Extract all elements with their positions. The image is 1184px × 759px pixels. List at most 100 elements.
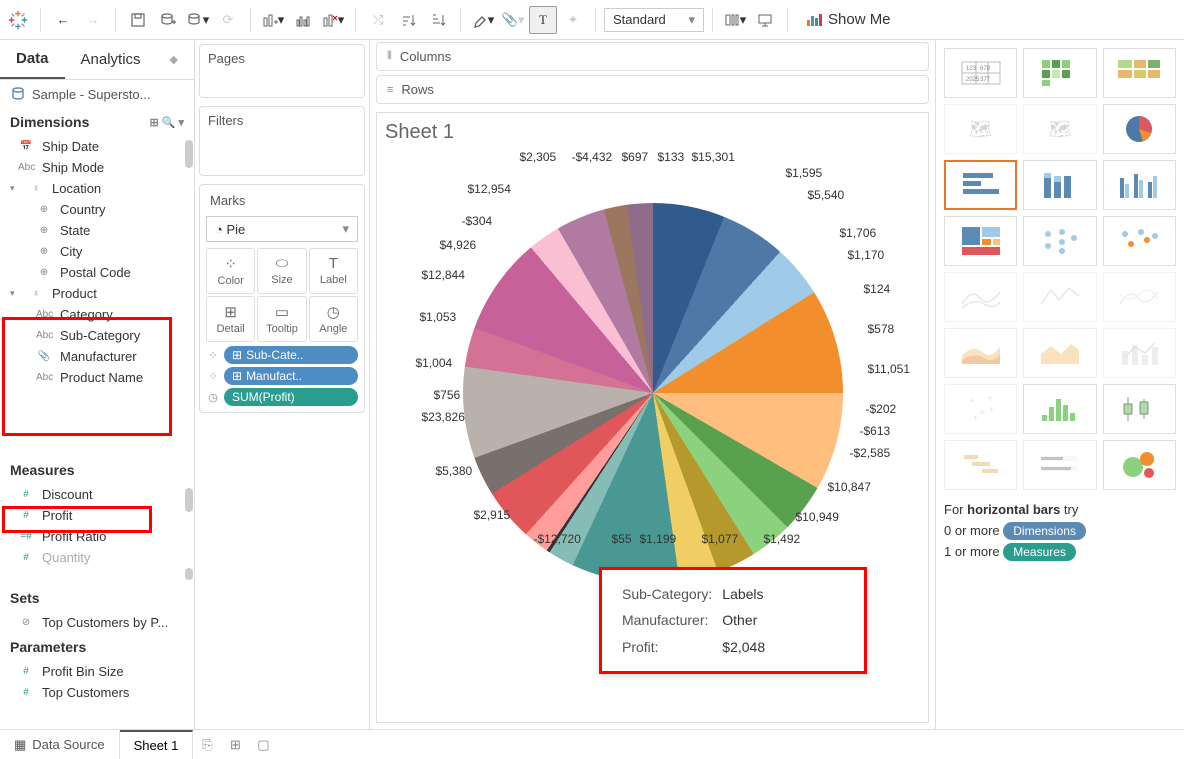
pie-label: $10,847 xyxy=(828,480,871,494)
mark-type-dropdown[interactable]: ◔ Pie▾ xyxy=(206,216,358,242)
field-top-customers-set[interactable]: ⊘Top Customers by P... xyxy=(0,612,194,633)
datasource-name[interactable]: Sample - Supersto... xyxy=(0,80,194,108)
pin-button[interactable]: ✦ xyxy=(559,6,587,34)
sm-horizontal-bar[interactable] xyxy=(944,160,1017,210)
field-city[interactable]: ⊕City xyxy=(0,241,194,262)
field-sub-category[interactable]: AbcSub-Category xyxy=(0,325,194,346)
sm-dual-combination[interactable] xyxy=(1103,328,1176,378)
fit-dropdown[interactable]: Standard▾ xyxy=(604,8,704,32)
pages-shelf[interactable]: Pages xyxy=(199,44,365,98)
field-profit[interactable]: #Profit xyxy=(0,505,194,526)
marks-angle-button[interactable]: ◷Angle xyxy=(309,296,358,342)
pill-manufacturer[interactable]: ⊞Manufact.. xyxy=(224,367,358,385)
pie-chart[interactable] xyxy=(463,203,843,583)
marks-detail-button[interactable]: ⊞Detail xyxy=(206,296,255,342)
field-product[interactable]: ▾♁Product xyxy=(0,283,194,304)
pie-label: $5,380 xyxy=(436,464,473,478)
field-location[interactable]: ▾♁Location xyxy=(0,178,194,199)
sm-treemap[interactable] xyxy=(944,216,1017,266)
sm-bullet[interactable] xyxy=(1023,440,1096,490)
new-story-tab-button[interactable]: ▢ xyxy=(249,737,277,753)
sm-packed-bubbles[interactable] xyxy=(1103,440,1176,490)
sm-area-discrete[interactable] xyxy=(1023,328,1096,378)
sm-stacked-bar[interactable] xyxy=(1023,160,1096,210)
sm-side-by-side-bar[interactable] xyxy=(1103,160,1176,210)
new-datasource-button[interactable] xyxy=(154,6,182,34)
sm-dual-line[interactable] xyxy=(1103,272,1176,322)
field-ship-date[interactable]: 📅Ship Date xyxy=(0,136,194,157)
pill-subcategory[interactable]: ⊞Sub-Cate.. xyxy=(224,346,358,364)
pie-label: $1,053 xyxy=(420,310,457,324)
pill-sum-profit[interactable]: SUM(Profit) xyxy=(224,388,358,406)
field-postal-code[interactable]: ⊕Postal Code xyxy=(0,262,194,283)
data-tab[interactable]: Data xyxy=(0,40,65,79)
new-dashboard-tab-button[interactable]: ⊞ xyxy=(221,737,249,753)
sm-gantt[interactable] xyxy=(944,440,1017,490)
marks-color-button[interactable]: ⁘Color xyxy=(206,248,255,294)
pie-label: $11,051 xyxy=(868,362,911,376)
tableau-logo-icon[interactable] xyxy=(4,6,32,34)
sm-hint-line1: For horizontal bars try xyxy=(944,502,1176,517)
sheet-title[interactable]: Sheet 1 xyxy=(385,121,920,144)
field-product-name[interactable]: AbcProduct Name xyxy=(0,367,194,388)
new-worksheet-tab-button[interactable]: ⎘ xyxy=(193,737,221,753)
sm-symbol-map[interactable]: 🗺 xyxy=(944,104,1017,154)
show-cards-button[interactable]: ▾ xyxy=(721,6,749,34)
measures-scroll-thumb-bot[interactable] xyxy=(185,568,193,580)
field-quantity[interactable]: #Quantity xyxy=(0,547,194,568)
new-worksheet-button[interactable]: ▾ xyxy=(259,6,287,34)
highlight-button[interactable]: ▾ xyxy=(469,6,497,34)
sort-desc-button[interactable] xyxy=(424,6,452,34)
columns-shelf[interactable]: ⦀Columns xyxy=(376,42,929,71)
show-me-button[interactable]: Show Me xyxy=(796,7,901,32)
presentation-button[interactable] xyxy=(751,6,779,34)
marks-label-button[interactable]: TLabel xyxy=(309,248,358,294)
marks-size-button[interactable]: ⬭Size xyxy=(257,248,306,294)
field-profit-bin-size[interactable]: #Profit Bin Size xyxy=(0,661,194,682)
field-category[interactable]: AbcCategory xyxy=(0,304,194,325)
filters-shelf[interactable]: Filters xyxy=(199,106,365,176)
clear-sheet-button[interactable]: ▾ xyxy=(319,6,347,34)
autoupdate-button[interactable]: ▾ xyxy=(184,6,212,34)
group-button[interactable]: 📎▾ xyxy=(499,6,527,34)
datasource-tab[interactable]: ▦Data Source xyxy=(0,731,120,759)
sm-highlight-table[interactable] xyxy=(1103,48,1176,98)
sm-scatter[interactable]: +++++ xyxy=(944,384,1017,434)
analytics-tab[interactable]: Analytics◆ xyxy=(65,40,194,79)
labels-toggle-button[interactable]: T xyxy=(529,6,557,34)
sm-filled-map[interactable]: 🗺 xyxy=(1023,104,1096,154)
field-profit-ratio[interactable]: =#Profit Ratio xyxy=(0,526,194,547)
forward-button[interactable]: → xyxy=(79,6,107,34)
sm-side-by-side-circle[interactable] xyxy=(1103,216,1176,266)
sm-line-continuous[interactable] xyxy=(944,272,1017,322)
duplicate-sheet-button[interactable] xyxy=(289,6,317,34)
rows-shelf[interactable]: ≡Rows xyxy=(376,75,929,104)
sm-box-plot[interactable] xyxy=(1103,384,1176,434)
sm-histogram[interactable] xyxy=(1023,384,1096,434)
sheet1-tab[interactable]: Sheet 1 xyxy=(120,730,194,759)
measures-scroll-thumb-top[interactable] xyxy=(185,488,193,512)
sort-asc-button[interactable] xyxy=(394,6,422,34)
field-state[interactable]: ⊕State xyxy=(0,220,194,241)
svg-text:678: 678 xyxy=(980,66,991,72)
sm-text-table[interactable]: 1236782025377 xyxy=(944,48,1017,98)
field-top-customers-param[interactable]: #Top Customers xyxy=(0,682,194,703)
dimensions-list: 📅Ship Date AbcShip Mode ▾♁Location ⊕Coun… xyxy=(0,136,194,456)
field-ship-mode[interactable]: AbcShip Mode xyxy=(0,157,194,178)
sm-line-discrete[interactable] xyxy=(1023,272,1096,322)
dimensions-scroll-thumb[interactable] xyxy=(185,140,193,168)
field-manufacturer[interactable]: 📎Manufacturer xyxy=(0,346,194,367)
field-country[interactable]: ⊕Country xyxy=(0,199,194,220)
back-button[interactable]: ← xyxy=(49,6,77,34)
marks-tooltip-button[interactable]: ▭Tooltip xyxy=(257,296,306,342)
sheet-canvas[interactable]: Sheet 1 $2,305 -$4,432 $697 $133 $15,301… xyxy=(376,112,929,723)
field-discount[interactable]: #Discount xyxy=(0,484,194,505)
swap-button[interactable]: ⤭ xyxy=(364,6,392,34)
sm-circle-views[interactable] xyxy=(1023,216,1096,266)
sm-pie[interactable] xyxy=(1103,104,1176,154)
sm-area-continuous[interactable] xyxy=(944,328,1017,378)
sm-heat-map[interactable] xyxy=(1023,48,1096,98)
sm-hint-line2: 0 or more Dimensions xyxy=(944,523,1176,538)
refresh-button[interactable]: ⟳ xyxy=(214,6,242,34)
save-button[interactable] xyxy=(124,6,152,34)
